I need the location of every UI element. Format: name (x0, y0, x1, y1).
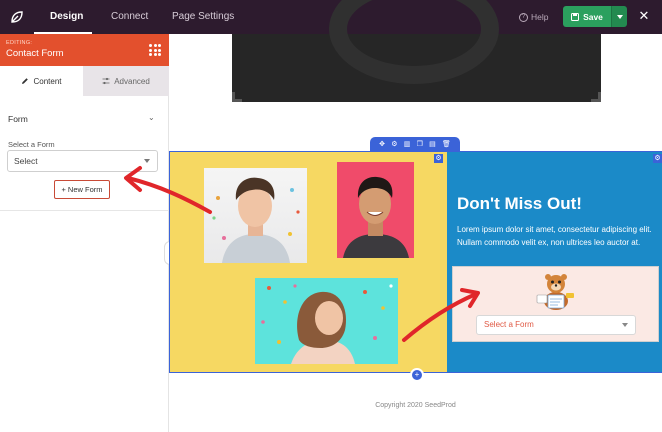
add-row-plus-icon[interactable]: + (410, 368, 424, 382)
seedprod-logo-icon[interactable] (0, 0, 34, 34)
help-label: Help (531, 12, 549, 22)
new-form-button[interactable]: + New Form (54, 180, 110, 199)
move-icon[interactable]: ✥ (379, 140, 385, 150)
corner-mark (591, 92, 601, 102)
save-block-icon[interactable]: ▤ (429, 140, 436, 150)
block-title: Contact Form (6, 48, 64, 59)
chevron-down-icon (616, 14, 623, 19)
select-a-form-placeholder: Select a Form (484, 320, 534, 329)
editing-header: EDITING: Contact Form (0, 34, 169, 66)
body-text[interactable]: Lorem ipsum dolor sit amet, consectetur … (457, 224, 657, 249)
portrait-image-young-man[interactable] (204, 168, 307, 263)
corner-mark (232, 92, 242, 102)
tab-page-settings[interactable]: Page Settings (172, 0, 234, 34)
help-icon: ? (519, 12, 528, 22)
blocks-grid-icon[interactable] (149, 44, 161, 56)
section-title-form[interactable]: Form (8, 114, 28, 124)
image-column[interactable]: ⚙ (169, 152, 447, 372)
video-block[interactable] (232, 0, 601, 102)
save-disk-icon (571, 12, 580, 21)
sidebar-tabs: Content Advanced (0, 66, 169, 96)
help-link[interactable]: ? Help (519, 0, 548, 34)
form-select-value: Select (14, 156, 38, 166)
divider (0, 210, 169, 211)
content-row[interactable]: ⚙ ⚙ Don't Miss Out! Lorem ipsum dolor si… (169, 151, 662, 373)
settings-gear-icon[interactable]: ⚙ (391, 140, 397, 150)
sliders-icon (102, 77, 110, 85)
caret-down-icon (622, 323, 628, 327)
tab-design[interactable]: Design (50, 0, 83, 34)
tab-advanced-label: Advanced (114, 76, 150, 86)
duplicate-icon[interactable]: ❐ (417, 140, 423, 150)
column-settings-icon[interactable]: ⚙ (434, 154, 443, 163)
chevron-down-icon[interactable]: ⌄ (148, 113, 155, 122)
footer-copyright: Copyright 2020 SeedProd (375, 402, 456, 409)
close-icon[interactable]: ✕ (636, 8, 652, 24)
tab-advanced[interactable]: Advanced (83, 66, 169, 96)
optin-column[interactable]: ⚙ Don't Miss Out! Lorem ipsum dolor sit … (447, 152, 662, 372)
pencil-icon (22, 78, 29, 84)
caret-down-icon (144, 159, 150, 163)
trash-icon[interactable]: 🗑 (442, 140, 451, 150)
tab-content-label: Content (33, 76, 62, 86)
portrait-image-smiling-man[interactable] (337, 162, 414, 258)
wpforms-bear-mascot-icon (536, 274, 574, 310)
select-a-form-dropdown[interactable]: Select a Form (476, 315, 636, 335)
tab-connect[interactable]: Connect (111, 0, 148, 34)
column-settings-icon[interactable]: ⚙ (653, 154, 662, 163)
row-toolbar: ✥ ⚙ ▥ ❐ ▤ 🗑 (370, 137, 460, 152)
form-select-dropdown[interactable]: Select (7, 150, 158, 172)
tab-content[interactable]: Content (0, 66, 83, 96)
select-form-label: Select a Form (8, 140, 55, 149)
video-play-circle (329, 0, 499, 84)
save-button[interactable]: Save (563, 6, 611, 27)
headline[interactable]: Don't Miss Out! (457, 194, 582, 214)
save-label: Save (583, 11, 603, 22)
sidebar: EDITING: Contact Form Content Advanced F… (0, 34, 169, 432)
contact-form-block[interactable]: Select a Form (452, 266, 659, 342)
save-options-button[interactable] (611, 6, 627, 27)
portrait-image-woman-confetti[interactable] (255, 278, 398, 364)
columns-icon[interactable]: ▥ (404, 140, 411, 150)
editing-label: EDITING: (6, 40, 33, 46)
